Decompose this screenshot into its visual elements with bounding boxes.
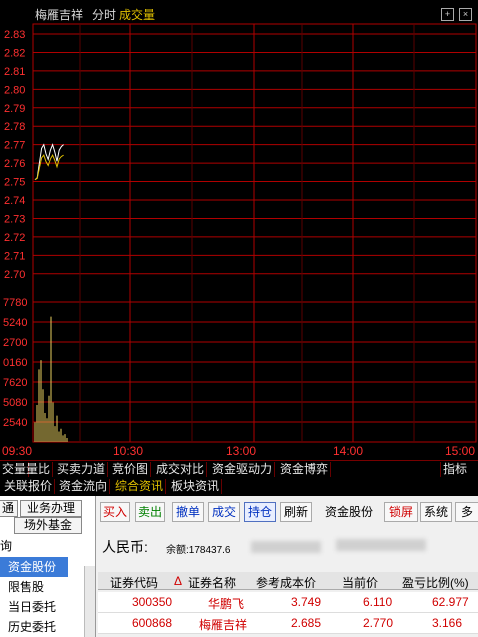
price-tick-label: 2.80 xyxy=(4,84,25,96)
tab-trade-compare[interactable]: 成交对比 xyxy=(154,462,208,477)
volume-tick-label: 5240 xyxy=(3,317,27,329)
lock-screen-button[interactable]: 锁屏 xyxy=(384,502,418,522)
average-price-line xyxy=(34,154,64,181)
price-tick-label: 2.81 xyxy=(4,66,25,78)
left-nav: 通 业务办理 场外基金 询 资金股份 限售股 当日委托 历史委托 xyxy=(0,496,96,637)
holdings-header: 证券代码 Δ 证券名称 参考成本价 当前价 盈亏比例(%) xyxy=(98,572,478,590)
cell-code: 600868 xyxy=(132,616,173,630)
indicator-label[interactable]: 成交量 xyxy=(119,6,155,23)
add-panel-icon[interactable]: + xyxy=(441,8,454,21)
volume-tick-label: 0160 xyxy=(3,357,27,369)
tab-sector-news[interactable]: 板块资讯 xyxy=(169,479,223,494)
sell-button[interactable]: 卖出 xyxy=(135,502,165,522)
tab-fund-flow[interactable]: 资金流向 xyxy=(57,479,111,494)
indicator-tabs: 交量 量比 买卖力道 竞价图 成交对比 资金驱动力 资金博弈 指标 xyxy=(0,460,478,478)
col-price[interactable]: 当前价 xyxy=(342,574,378,591)
tab-auction-chart[interactable]: 竞价图 xyxy=(110,462,152,477)
volume-tick-label: 5080 xyxy=(3,397,27,409)
more-button[interactable]: 多 xyxy=(455,502,478,522)
cell-price: 6.110 xyxy=(363,595,393,609)
col-pnl-pct[interactable]: 盈亏比例(%) xyxy=(402,574,469,591)
col-name[interactable]: 证券名称 xyxy=(188,574,236,591)
positions-button[interactable]: 持仓 xyxy=(244,502,276,522)
cell-name: 华鹏飞 xyxy=(208,597,245,611)
holdings-pane: 买入 卖出 撤单 成交 持仓 刷新 资金股份 锁屏 系统 多 人民币: 余额:1… xyxy=(96,496,478,637)
cell-name: 梅雁吉祥 xyxy=(199,618,248,632)
col-code[interactable]: 证券代码 xyxy=(110,574,158,591)
price-tick-label: 2.70 xyxy=(4,269,25,281)
tab-volume-ratio[interactable]: 量比 xyxy=(24,462,54,477)
system-button[interactable]: 系统 xyxy=(420,502,452,522)
nav-button-tong[interactable]: 通 xyxy=(0,500,18,517)
price-tick-label: 2.75 xyxy=(4,177,25,189)
redacted-field xyxy=(251,541,321,553)
tab-fund-drive[interactable]: 资金驱动力 xyxy=(210,462,276,477)
nav-button-otc-fund[interactable]: 场外基金 xyxy=(14,517,82,534)
tab-fund-game[interactable]: 资金博弈 xyxy=(278,462,332,477)
nav-button-business[interactable]: 业务办理 xyxy=(20,500,82,517)
tab-indicator[interactable]: 指标 xyxy=(440,462,469,477)
price-tick-label: 2.71 xyxy=(4,250,25,262)
volume-tick-label: 7620 xyxy=(3,377,27,389)
balance-label: 余额:178437.6 xyxy=(166,545,231,556)
nav-item-history-orders[interactable]: 历史委托 xyxy=(0,617,78,637)
nav-item-fund-shares[interactable]: 资金股份 xyxy=(0,557,68,577)
nav-scrollbar[interactable] xyxy=(84,566,95,637)
price-tick-label: 2.78 xyxy=(4,121,25,133)
col-cost[interactable]: 参考成本价 xyxy=(256,574,316,591)
buy-button[interactable]: 买入 xyxy=(100,502,130,522)
trading-panel: 通 业务办理 场外基金 询 资金股份 限售股 当日委托 历史委托 买入 卖出 撤… xyxy=(0,496,478,637)
refresh-button[interactable]: 刷新 xyxy=(280,502,312,522)
fund-shares-button[interactable]: 资金股份 xyxy=(318,502,380,522)
volume-tick-label: 7780 xyxy=(3,297,27,309)
price-tick-label: 2.83 xyxy=(4,29,25,41)
price-tick-label: 2.72 xyxy=(4,232,25,244)
chart-canvas: 2.83 2.82 2.81 2.80 2.79 2.78 2.77 2.76 2.75 2.74… xyxy=(2,23,477,458)
tab-general-news[interactable]: 综合资讯 xyxy=(113,479,167,494)
stock-name: 梅雁吉祥 xyxy=(35,8,84,22)
price-tick-label: 2.74 xyxy=(4,195,25,207)
info-tabs: 关联报价 资金流向 综合资讯 板块资讯 xyxy=(0,478,478,495)
cell-price: 2.770 xyxy=(363,616,394,630)
tab-buy-sell-force[interactable]: 买卖力道 xyxy=(55,462,109,477)
time-tick-label: 10:30 xyxy=(113,444,143,458)
price-tick-label: 2.82 xyxy=(4,47,25,59)
cell-cost: 2.685 xyxy=(291,616,322,630)
table-row[interactable]: 300350 华鹏飞 3.749 6.110 62.977 xyxy=(98,592,478,613)
price-tick-label: 2.73 xyxy=(4,213,25,225)
trades-button[interactable]: 成交 xyxy=(208,502,240,522)
nav-section-query[interactable]: 询 xyxy=(0,536,84,556)
volume-tick-label: 2540 xyxy=(3,417,27,429)
time-tick-label: 15:00 xyxy=(445,444,475,458)
time-tick-label: 13:00 xyxy=(226,444,256,458)
price-tick-label: 2.79 xyxy=(4,103,25,115)
time-tick-label: 14:00 xyxy=(333,444,363,458)
sort-indicator-icon: Δ xyxy=(174,574,183,588)
cell-pnl: 62.977 xyxy=(432,595,469,609)
redacted-field xyxy=(336,539,426,551)
cell-cost: 3.749 xyxy=(291,595,322,609)
intraday-chart[interactable]: 2.83 2.82 2.81 2.80 2.79 2.78 2.77 2.76 2.75 2.74… xyxy=(0,0,478,460)
volume-tick-label: 2700 xyxy=(3,337,27,349)
cancel-order-button[interactable]: 撤单 xyxy=(172,502,204,522)
cell-pnl: 3.166 xyxy=(432,616,463,630)
tab-related-quotes[interactable]: 关联报价 xyxy=(2,479,56,494)
time-tick-label: 09:30 xyxy=(2,444,32,458)
period-label: 分时 xyxy=(92,8,117,22)
price-tick-label: 2.76 xyxy=(4,158,25,170)
table-row[interactable]: 600868 梅雁吉祥 2.685 2.770 3.166 xyxy=(98,613,478,634)
nav-item-restricted-shares[interactable]: 限售股 xyxy=(0,577,78,597)
nav-item-today-orders[interactable]: 当日委托 xyxy=(0,597,78,617)
price-tick-label: 2.77 xyxy=(4,140,25,152)
currency-label: 人民币: xyxy=(102,539,148,555)
cell-code: 300350 xyxy=(132,595,173,609)
close-panel-icon[interactable]: × xyxy=(459,8,472,21)
